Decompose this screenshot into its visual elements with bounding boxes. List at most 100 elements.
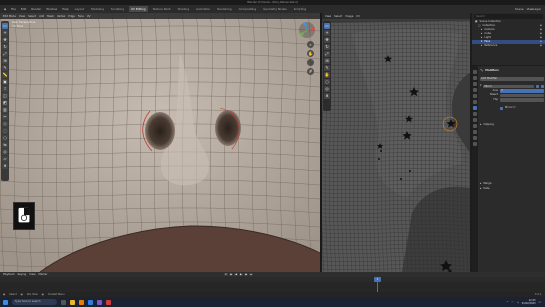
tray-chevron-icon[interactable]: ^ bbox=[506, 301, 508, 304]
menu-render[interactable]: Render bbox=[30, 7, 42, 11]
move-icon[interactable]: ✥ bbox=[2, 37, 8, 43]
file-explorer-icon[interactable] bbox=[70, 299, 75, 305]
uv-cursor-icon[interactable]: + bbox=[324, 30, 330, 36]
zoom-icon[interactable]: ⌕ bbox=[307, 41, 314, 48]
prev-key-icon[interactable]: ◆ bbox=[229, 272, 233, 277]
smooth-icon[interactable]: ○ bbox=[2, 135, 8, 141]
app-icon[interactable] bbox=[97, 299, 102, 305]
viewport-menu-uv[interactable]: UV bbox=[87, 15, 91, 18]
physics-tab-icon[interactable] bbox=[473, 118, 477, 122]
uv-rotate-icon[interactable]: ↻ bbox=[324, 44, 330, 50]
modifier-tab-icon[interactable] bbox=[473, 106, 477, 110]
scene-selector[interactable]: Scene bbox=[515, 7, 524, 11]
play-reverse-icon[interactable]: ◀ bbox=[234, 272, 238, 277]
loop-cut-icon[interactable]: ▥ bbox=[2, 107, 8, 113]
uv-select-icon[interactable]: ▭ bbox=[324, 23, 330, 29]
add-cube-icon[interactable]: ▣ bbox=[2, 79, 8, 85]
uv-menu-image[interactable]: Image bbox=[345, 15, 353, 18]
world-tab-icon[interactable] bbox=[473, 94, 477, 98]
inset-icon[interactable]: ◫ bbox=[2, 93, 8, 99]
axis-field[interactable]: X bbox=[500, 89, 544, 93]
uv-annotate-icon[interactable]: ✎ bbox=[324, 65, 330, 71]
browser-icon[interactable] bbox=[88, 299, 93, 305]
tab-animation[interactable]: Animation bbox=[194, 6, 212, 12]
blender-logo-icon[interactable]: ◆ bbox=[3, 7, 7, 11]
viewport-menu-vertex[interactable]: Vertex bbox=[57, 15, 65, 18]
uv-grab-icon[interactable]: ✋ bbox=[324, 72, 330, 78]
viewport-menu-mesh[interactable]: Mesh bbox=[47, 15, 54, 18]
timeline-menu-view[interactable]: View bbox=[29, 273, 35, 276]
tab-compositing[interactable]: Compositing bbox=[237, 6, 259, 12]
uv-rip-icon[interactable]: ⋔ bbox=[324, 93, 330, 99]
tab-shading[interactable]: Shading bbox=[176, 6, 191, 12]
flip-field[interactable] bbox=[500, 98, 544, 102]
shear-icon[interactable]: ▱ bbox=[2, 156, 8, 162]
tab-modeling[interactable]: Modeling bbox=[89, 6, 106, 12]
clock-date[interactable]: 01/02/2023 bbox=[522, 302, 536, 305]
shrink-icon[interactable]: ◎ bbox=[2, 149, 8, 155]
uv-menu-select[interactable]: Select bbox=[334, 15, 342, 18]
section-clipping[interactable]: Clipping bbox=[483, 123, 494, 128]
texture-tab-icon[interactable] bbox=[473, 142, 477, 146]
camera-view-icon[interactable]: 🎥 bbox=[307, 59, 314, 66]
knife-icon[interactable]: ✂ bbox=[2, 114, 8, 120]
taskbar-search[interactable]: Type here to search bbox=[12, 299, 57, 305]
3d-viewport[interactable] bbox=[0, 13, 320, 272]
tab-sculpting[interactable]: Sculpting bbox=[109, 6, 126, 12]
tab-layout[interactable]: Layout bbox=[73, 6, 87, 12]
timeline-track[interactable] bbox=[0, 282, 545, 292]
constraints-tab-icon[interactable] bbox=[473, 124, 477, 128]
view-layer-selector[interactable]: ViewLayer bbox=[527, 7, 541, 11]
show-render-icon[interactable] bbox=[541, 84, 544, 88]
collapse-icon[interactable]: ▸ bbox=[480, 187, 481, 192]
cursor-icon[interactable]: + bbox=[2, 30, 8, 36]
rip-icon[interactable]: ⋔ bbox=[2, 163, 8, 169]
section-data[interactable]: Data bbox=[483, 187, 489, 192]
rotate-icon[interactable]: ↻ bbox=[2, 44, 8, 50]
uv-transform-icon[interactable]: ⊞ bbox=[324, 58, 330, 64]
tab-texture-paint[interactable]: Texture Paint bbox=[151, 6, 173, 12]
network-icon[interactable]: ◠ bbox=[512, 301, 514, 304]
tab-scripting[interactable]: Scripting bbox=[292, 6, 308, 12]
tab-rendering[interactable]: Rendering bbox=[215, 6, 233, 12]
viewport-menu-add[interactable]: Add bbox=[39, 15, 44, 18]
annotate-icon[interactable]: ✎ bbox=[2, 65, 8, 71]
eye-icon[interactable]: ◉ bbox=[540, 44, 542, 48]
scale-icon[interactable]: ⤢ bbox=[2, 51, 8, 57]
modifier-name-field[interactable]: Mirror bbox=[483, 84, 534, 88]
viewport-menu-face[interactable]: Face bbox=[78, 15, 84, 18]
jump-end-icon[interactable]: ⏭ bbox=[249, 272, 253, 277]
start-icon[interactable] bbox=[3, 299, 8, 305]
mode-selector[interactable]: Edit Mode bbox=[3, 15, 16, 18]
extrude-icon[interactable]: ⇧ bbox=[2, 86, 8, 92]
grid-toggle-icon[interactable]: # bbox=[307, 68, 314, 75]
output-tab-icon[interactable] bbox=[473, 82, 477, 86]
data-tab-icon[interactable] bbox=[473, 130, 477, 134]
volume-icon[interactable]: ◁ bbox=[517, 301, 519, 304]
menu-window[interactable]: Window bbox=[45, 7, 58, 11]
viewport-menu-edge[interactable]: Edge bbox=[68, 15, 75, 18]
uv-menu-view[interactable]: View bbox=[325, 15, 331, 18]
tool-tab-icon[interactable] bbox=[473, 70, 477, 74]
uv-relax-icon[interactable]: ○ bbox=[324, 79, 330, 85]
edge-slide-icon[interactable]: ⇆ bbox=[2, 142, 8, 148]
bevel-icon[interactable]: ◩ bbox=[2, 100, 8, 106]
timeline-menu-playback[interactable]: Playback bbox=[3, 273, 15, 276]
uv-editor[interactable] bbox=[322, 13, 470, 272]
menu-help[interactable]: Help bbox=[61, 7, 69, 11]
uv-menu-uv[interactable]: UV bbox=[356, 15, 360, 18]
jump-start-icon[interactable]: ⏮ bbox=[224, 272, 228, 277]
mirror-u-checkbox[interactable] bbox=[500, 106, 503, 110]
viewport-menu-view[interactable]: View bbox=[19, 15, 25, 18]
material-tab-icon[interactable] bbox=[473, 136, 477, 140]
pan-hand-icon[interactable]: ✋ bbox=[307, 50, 314, 57]
uv-pinch-icon[interactable]: ◎ bbox=[324, 86, 330, 92]
next-key-icon[interactable]: ◆ bbox=[244, 272, 248, 277]
tab-geometry-nodes[interactable]: Geometry Nodes bbox=[261, 6, 289, 12]
uv-move-icon[interactable]: ✥ bbox=[324, 37, 330, 43]
render-tab-icon[interactable] bbox=[473, 76, 477, 80]
timeline-menu-marker[interactable]: Marker bbox=[38, 273, 47, 276]
play-icon[interactable]: ▶ bbox=[239, 272, 243, 277]
outliner-row[interactable]: ▸ Reference ◉ bbox=[472, 44, 545, 48]
object-tab-icon[interactable] bbox=[473, 100, 477, 104]
